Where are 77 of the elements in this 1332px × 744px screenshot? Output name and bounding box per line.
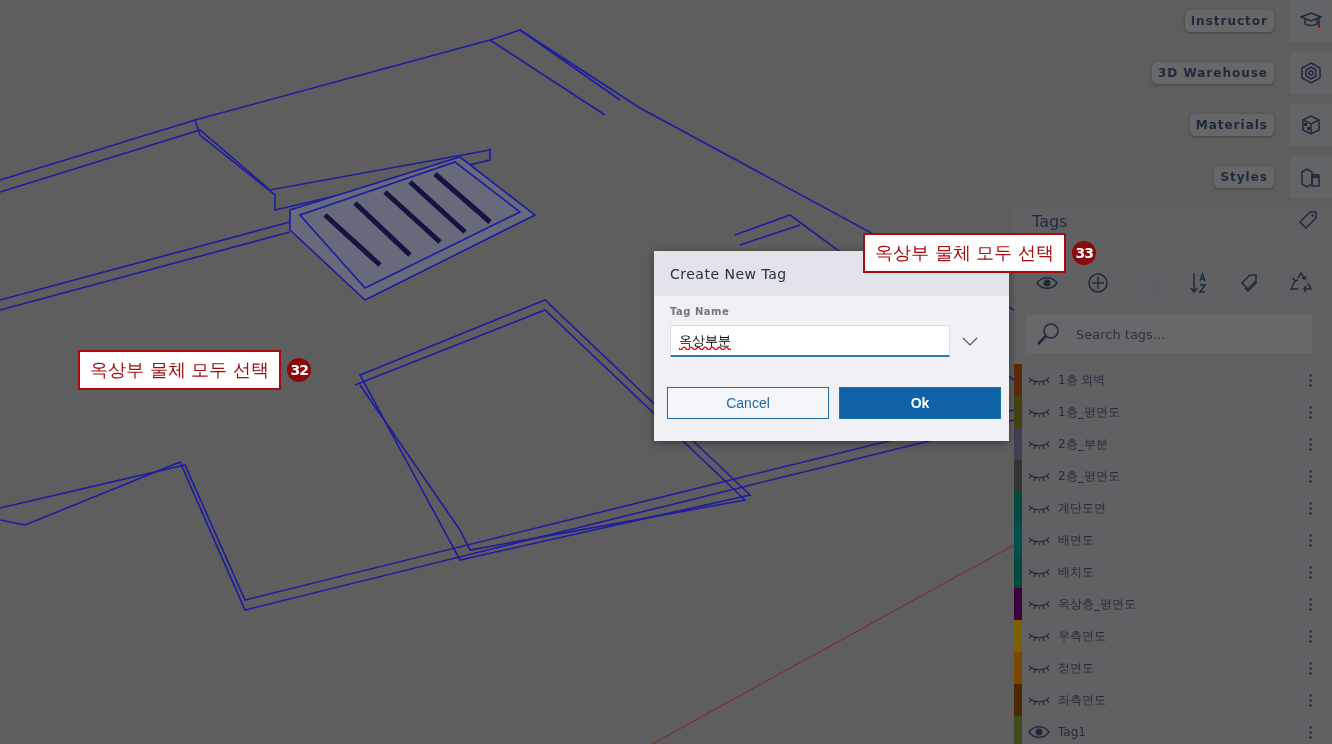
tag-row[interactable]: 우측면도 — [1014, 620, 1332, 652]
closed-eye-icon[interactable] — [1028, 567, 1050, 577]
tag-row[interactable]: 계단도면 — [1014, 492, 1332, 524]
tag-row[interactable]: 2층_부분 — [1014, 428, 1332, 460]
tag-name: 배치도 — [1058, 563, 1095, 581]
step-number: 32 — [287, 358, 312, 382]
tag-row[interactable]: 2층_평면도 — [1014, 460, 1332, 492]
tag-row[interactable]: 옥상층_평면도 — [1014, 588, 1332, 620]
search-icon — [1036, 322, 1060, 346]
tool-label: Materials — [1189, 114, 1274, 136]
more-icon — [1308, 725, 1312, 739]
closed-eye-icon[interactable] — [1028, 503, 1050, 513]
more-icon — [1308, 373, 1312, 387]
tag-name-field[interactable]: 옥상부분 — [670, 325, 950, 357]
tag-name: 우측면도 — [1058, 627, 1107, 645]
tag-row[interactable]: 배면도 — [1014, 524, 1332, 556]
search-field[interactable]: Search tags... — [1026, 315, 1312, 353]
annotation-callout: 옥상부 물체 모두 선택 — [863, 233, 1067, 273]
tool-label: Styles — [1214, 166, 1274, 188]
more-icon — [1308, 437, 1312, 451]
closed-eye-icon[interactable] — [1028, 631, 1050, 641]
tag-name: Tag1 — [1058, 725, 1087, 739]
closed-eye-icon[interactable] — [1028, 599, 1050, 609]
closed-eye-icon[interactable] — [1028, 375, 1050, 385]
tag-name: 옥상층_평면도 — [1058, 595, 1137, 613]
hexagon-icon — [1300, 62, 1322, 84]
cube-icon — [1300, 114, 1322, 136]
closed-eye-icon[interactable] — [1028, 471, 1050, 481]
more-icon — [1308, 661, 1312, 675]
plus-circle-icon — [1088, 273, 1108, 293]
dialog-title: Create New Tag — [670, 265, 787, 282]
search-input[interactable]: Search tags... — [1074, 325, 1312, 343]
cancel-button[interactable]: Cancel — [667, 387, 829, 419]
tag-name: 배면도 — [1058, 531, 1095, 549]
more-icon — [1308, 533, 1312, 547]
tool-button[interactable] — [1290, 104, 1332, 146]
tag-name: 정면도 — [1058, 659, 1095, 677]
tag-name: 2층_부분 — [1058, 435, 1109, 453]
closed-eye-icon[interactable] — [1028, 695, 1050, 705]
panel-title: Tags — [1032, 213, 1068, 231]
tool-label: 3D Warehouse — [1151, 62, 1274, 84]
tag-row[interactable]: 배치도 — [1014, 556, 1332, 588]
tag-name: 좌측면도 — [1058, 691, 1107, 709]
more-icon — [1308, 629, 1312, 643]
eye-icon[interactable] — [1028, 725, 1050, 739]
tag-name: 1층_평면도 — [1058, 403, 1121, 421]
recycle-icon — [1288, 272, 1313, 294]
tag-name: 계단도면 — [1058, 499, 1107, 517]
more-icon — [1308, 693, 1312, 707]
tag-row[interactable]: 좌측면도 — [1014, 684, 1332, 716]
tag-row[interactable]: 정면도 — [1014, 652, 1332, 684]
more-icon — [1308, 597, 1312, 611]
tag-row[interactable]: 1층_평면도 — [1014, 396, 1332, 428]
tool-button[interactable] — [1290, 156, 1332, 198]
more-icon — [1308, 501, 1312, 515]
closed-eye-icon[interactable] — [1028, 663, 1050, 673]
tag-name: 2층_평면도 — [1058, 467, 1121, 485]
field-label: Tag Name — [670, 306, 731, 317]
closed-eye-icon[interactable] — [1028, 439, 1050, 449]
tag-name: 1층 외벽 — [1058, 371, 1107, 389]
more-icon — [1308, 469, 1312, 483]
tool-button[interactable] — [1290, 52, 1332, 94]
tool-button[interactable] — [1290, 0, 1332, 42]
cubes-icon — [1300, 166, 1322, 188]
closed-eye-icon[interactable] — [1028, 535, 1050, 545]
tool-label: Instructor — [1184, 10, 1274, 32]
tags-icon — [1239, 273, 1260, 293]
closed-eye-icon[interactable] — [1028, 407, 1050, 417]
tag-row[interactable]: 1층 외벽 — [1014, 364, 1332, 396]
chevron-down-icon[interactable] — [962, 336, 978, 346]
ok-button[interactable]: Ok — [839, 387, 1001, 419]
more-icon — [1308, 405, 1312, 419]
more-icon — [1308, 565, 1312, 579]
tag-icon[interactable] — [1298, 210, 1318, 230]
tag-row[interactable]: Tag1 — [1014, 716, 1332, 744]
annotation-callout: 옥상부 물체 모두 선택 — [78, 350, 282, 390]
add-tag-button[interactable] — [1085, 270, 1111, 296]
